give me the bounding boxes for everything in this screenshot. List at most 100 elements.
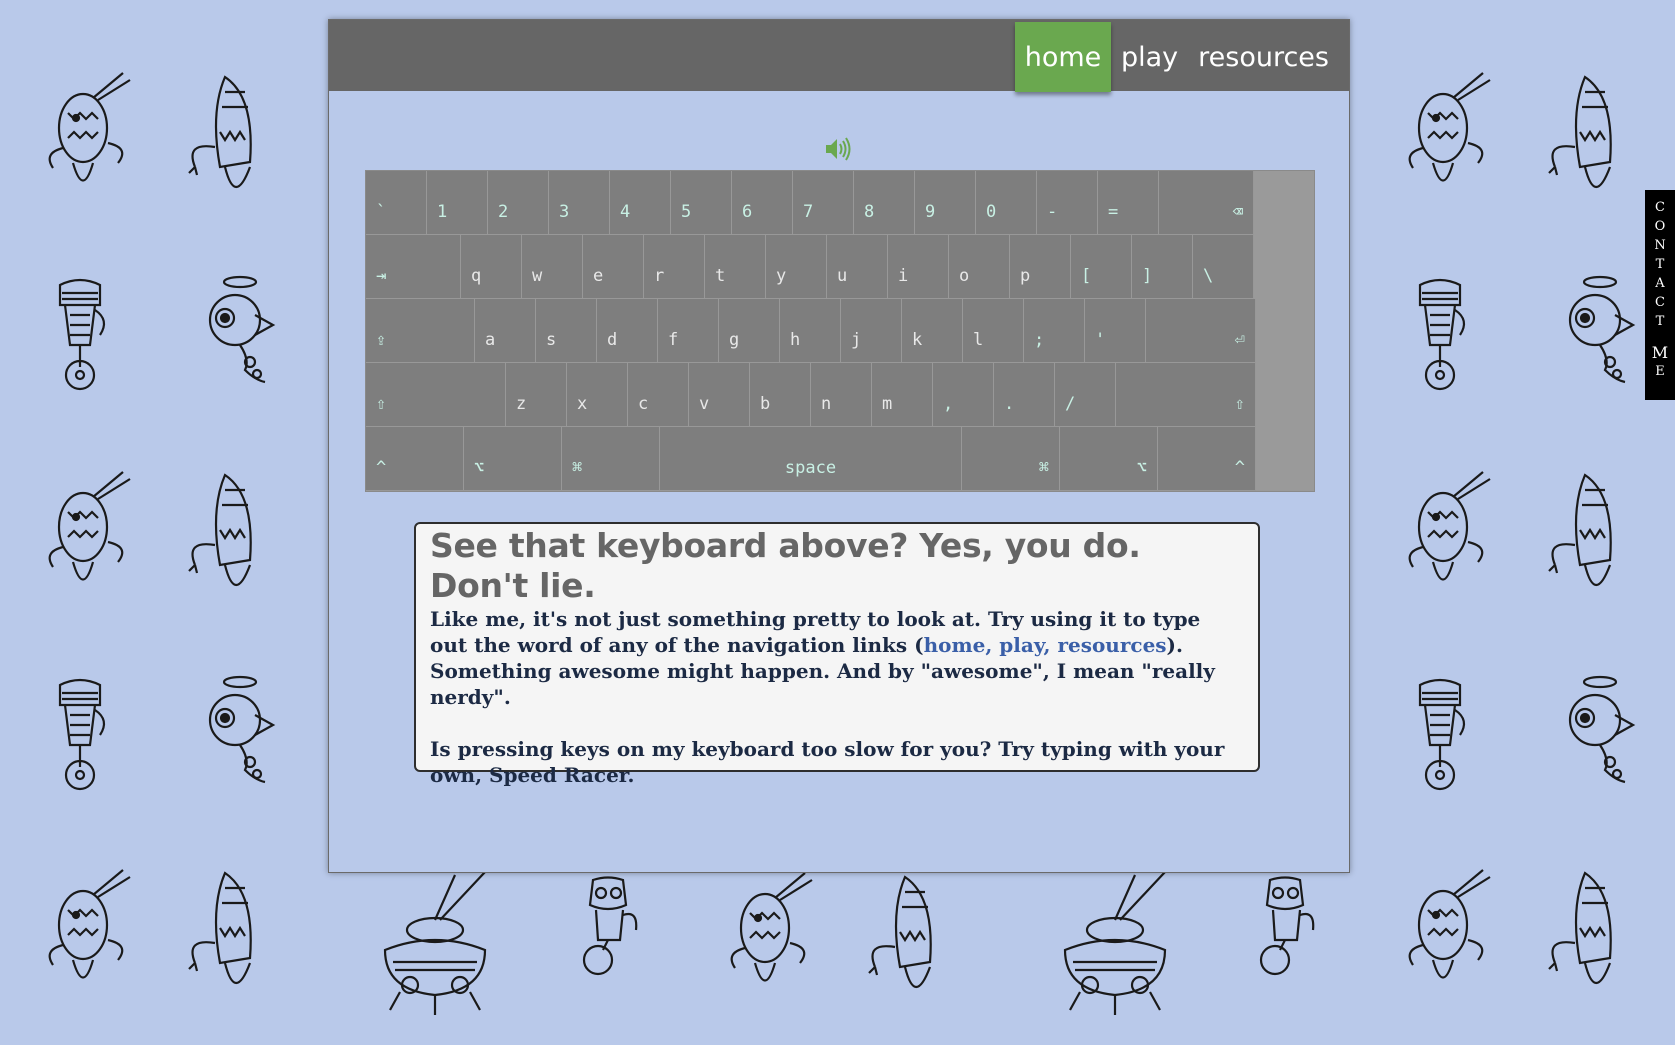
key-label: m: [882, 394, 893, 414]
key-g[interactable]: g: [719, 299, 780, 363]
unicycle-robot-icon: [1400, 675, 1480, 795]
eyeball-robot-icon: [195, 270, 285, 390]
key-label: ⌥: [1136, 458, 1147, 478]
key-minus[interactable]: -: [1037, 171, 1098, 235]
key-label: ⏎: [1234, 330, 1245, 350]
bullet-robot-icon: [1540, 470, 1640, 610]
contact-letter: N: [1654, 238, 1666, 253]
key-f[interactable]: f: [658, 299, 719, 363]
key-e[interactable]: e: [583, 235, 644, 299]
virtual-keyboard: ` 1 2 3 4 5 6 7 8 9 0 - = ⌫ ⇥ q w e r t y u i o p [] \ ⇪ a s d f g h j k l; '…: [365, 170, 1315, 492]
rocket-robot-icon: [1398, 865, 1498, 1005]
bullet-robot-icon: [860, 872, 960, 1012]
key-caps-lock[interactable]: ⇪: [366, 299, 475, 363]
key-backslash[interactable]: \: [1193, 235, 1254, 299]
key-label: ': [1095, 330, 1106, 350]
key-option[interactable]: ⌥: [1060, 427, 1158, 491]
key-label: 8: [864, 202, 875, 222]
key-label: ⌥: [474, 458, 485, 478]
key-z[interactable]: z: [506, 363, 567, 427]
key-option[interactable]: ⌥: [464, 427, 562, 491]
key-label: ⌫: [1232, 202, 1243, 222]
key-label: \: [1203, 266, 1214, 286]
key-period[interactable]: .: [994, 363, 1055, 427]
key-control[interactable]: ^: [366, 427, 464, 491]
key-v[interactable]: v: [689, 363, 750, 427]
key-label: e: [593, 266, 604, 286]
key-command[interactable]: ⌘: [562, 427, 660, 491]
key-label: t: [715, 266, 726, 286]
keyboard-row: ⇥ q w e r t y u i o p [] \: [366, 235, 1314, 299]
key-a[interactable]: a: [475, 299, 536, 363]
main-nav: home play resources: [1014, 22, 1339, 92]
key-i[interactable]: i: [888, 235, 949, 299]
key-s[interactable]: s: [536, 299, 597, 363]
key-o[interactable]: o: [949, 235, 1010, 299]
nav-home[interactable]: home: [1014, 22, 1111, 92]
key-comma[interactable]: ,: [933, 363, 994, 427]
key-space[interactable]: space: [660, 427, 962, 491]
key-tab[interactable]: ⇥: [366, 235, 461, 299]
key-x[interactable]: x: [567, 363, 628, 427]
key-p[interactable]: p: [1010, 235, 1071, 299]
key-m[interactable]: m: [872, 363, 933, 427]
key-label: ⇥: [376, 266, 387, 286]
key-2[interactable]: 2: [488, 171, 549, 235]
key-label: ⌘: [1038, 458, 1049, 478]
key-close-bracket[interactable]: ]: [1132, 235, 1193, 299]
key-4[interactable]: 4: [610, 171, 671, 235]
intro-paragraph-1: Like me, it's not just something pretty …: [430, 607, 1215, 709]
key-command[interactable]: ⌘: [962, 427, 1060, 491]
key-0[interactable]: 0: [976, 171, 1037, 235]
contact-letter: C: [1655, 295, 1665, 310]
key-label: 4: [620, 202, 631, 222]
nav-resources[interactable]: resources: [1188, 22, 1339, 92]
key-label: r: [654, 266, 665, 286]
key-label: 0: [986, 202, 997, 222]
key-k[interactable]: k: [902, 299, 963, 363]
keyboard-row: ` 1 2 3 4 5 6 7 8 9 0 - = ⌫: [366, 171, 1314, 235]
key-l[interactable]: l: [963, 299, 1024, 363]
key-slash[interactable]: /: [1055, 363, 1116, 427]
key-backtick[interactable]: `: [366, 171, 427, 235]
key-r[interactable]: r: [644, 235, 705, 299]
key-open-bracket[interactable]: [: [1071, 235, 1132, 299]
key-1[interactable]: 1: [427, 171, 488, 235]
key-equals[interactable]: =: [1098, 171, 1159, 235]
header-bar: home play resources: [329, 20, 1349, 92]
key-shift[interactable]: ⇧: [1116, 363, 1256, 427]
key-control[interactable]: ^: [1158, 427, 1256, 491]
key-9[interactable]: 9: [915, 171, 976, 235]
key-label: u: [837, 266, 848, 286]
key-j[interactable]: j: [841, 299, 902, 363]
key-backspace[interactable]: ⌫: [1159, 171, 1254, 235]
contact-me-tab[interactable]: CONTACTME: [1645, 190, 1675, 400]
key-5[interactable]: 5: [671, 171, 732, 235]
key-y[interactable]: y: [766, 235, 827, 299]
key-w[interactable]: w: [522, 235, 583, 299]
key-c[interactable]: c: [628, 363, 689, 427]
unicycle-robot-icon: [40, 275, 120, 395]
key-7[interactable]: 7: [793, 171, 854, 235]
key-3[interactable]: 3: [549, 171, 610, 235]
key-h[interactable]: h: [780, 299, 841, 363]
key-6[interactable]: 6: [732, 171, 793, 235]
key-semicolon[interactable]: ;: [1024, 299, 1085, 363]
key-n[interactable]: n: [811, 363, 872, 427]
key-q[interactable]: q: [461, 235, 522, 299]
nav-links-link[interactable]: home, play, resources: [924, 633, 1167, 657]
nav-play[interactable]: play: [1111, 22, 1188, 92]
key-b[interactable]: b: [750, 363, 811, 427]
key-t[interactable]: t: [705, 235, 766, 299]
key-u[interactable]: u: [827, 235, 888, 299]
key-label: ⇧: [376, 394, 387, 414]
key-enter[interactable]: ⏎: [1146, 299, 1256, 363]
key-shift[interactable]: ⇧: [366, 363, 506, 427]
key-label: ^: [1234, 458, 1245, 478]
key-d[interactable]: d: [597, 299, 658, 363]
key-8[interactable]: 8: [854, 171, 915, 235]
speaker-icon[interactable]: [823, 134, 853, 164]
key-quote[interactable]: ': [1085, 299, 1146, 363]
key-label: 6: [742, 202, 753, 222]
key-label: 5: [681, 202, 692, 222]
